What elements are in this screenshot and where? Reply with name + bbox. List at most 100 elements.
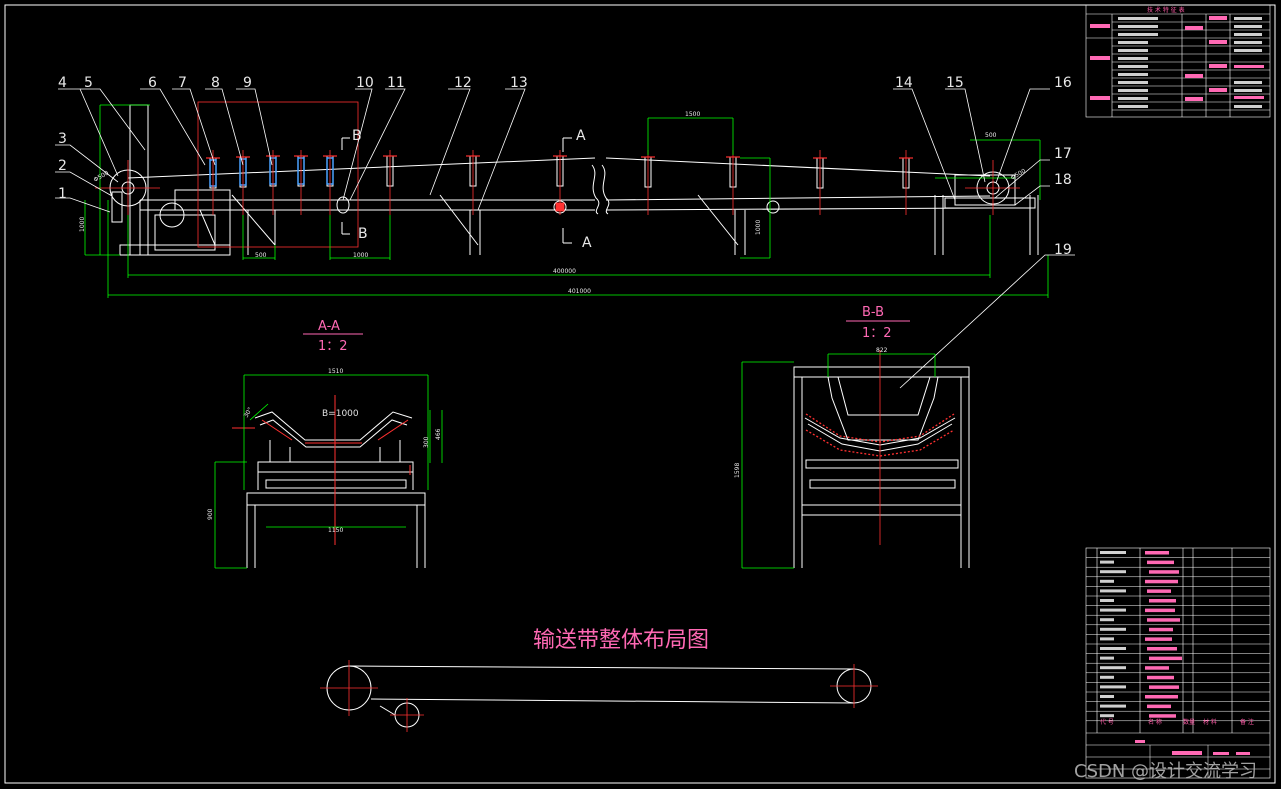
drawing-border — [4, 4, 1276, 784]
section-a-top: A — [576, 128, 586, 144]
section-bb-dims — [741, 353, 936, 569]
tech-table-cells — [1090, 16, 1264, 101]
parts-name-cell — [1149, 714, 1176, 718]
parts-name-cell — [1147, 675, 1174, 680]
callout-3: 3 — [58, 131, 67, 147]
section-a-bottom: A — [582, 235, 592, 251]
parts-name-cell — [1147, 618, 1180, 622]
parts-name-cell — [1147, 647, 1177, 651]
callout-10: 10 — [356, 75, 374, 91]
tech-table-values — [1118, 17, 1262, 108]
parts-col-name: 名 称 — [1148, 718, 1162, 726]
callout-11: 11 — [387, 75, 405, 91]
aa-h3: 466 — [435, 428, 442, 440]
aa-h2: 300 — [423, 436, 430, 448]
section-aa-title: A-A — [318, 319, 340, 334]
section-aa-view — [246, 411, 426, 568]
parts-code-cell — [1100, 647, 1126, 650]
section-b-top: B — [352, 128, 362, 144]
section-bb-scale: 1：2 — [862, 326, 892, 341]
dim-span2: 500 — [985, 132, 997, 139]
section-bb-view — [793, 366, 970, 568]
parts-name-cell — [1149, 656, 1182, 661]
callout-19: 19 — [1054, 242, 1072, 258]
parts-code-cell — [1100, 570, 1126, 574]
parts-code-cell — [1100, 618, 1114, 622]
dim-span1: 1500 — [685, 111, 700, 118]
section-aa-red — [232, 395, 411, 545]
parts-name-cell — [1145, 608, 1175, 613]
callout-8: 8 — [211, 75, 220, 91]
parts-code-cell — [1100, 627, 1126, 631]
callout-leaders — [55, 88, 1075, 389]
parts-col-note: 备 注 — [1240, 718, 1254, 726]
parts-code-cell — [1100, 704, 1126, 708]
callout-17: 17 — [1054, 146, 1072, 162]
callout-15: 15 — [946, 75, 964, 91]
callout-9: 9 — [243, 75, 252, 91]
dim-span3: 1000 — [353, 252, 368, 259]
callout-1: 1 — [58, 186, 67, 202]
main-elevation-view — [109, 104, 1039, 256]
tech-table-header: 技 术 特 征 表 — [1147, 6, 1185, 14]
upper-idlers — [209, 155, 910, 189]
callout-7: 7 — [178, 75, 187, 91]
callout-2: 2 — [58, 158, 67, 174]
layout-schematic — [326, 665, 872, 728]
dim-overall: 400000 — [553, 268, 576, 275]
drawing-title: 输送带整体布局图 — [533, 628, 710, 653]
callout-14: 14 — [895, 75, 913, 91]
bb-height: 1598 — [734, 463, 741, 478]
dim-right-d: Φ500 — [1010, 167, 1028, 181]
parts-code-cell — [1100, 551, 1126, 554]
callout-16: 16 — [1054, 75, 1072, 91]
parts-name-cell — [1147, 560, 1174, 565]
parts-code-cell — [1100, 666, 1126, 670]
aa-belt-width: B=1000 — [322, 409, 359, 419]
dim-overall2: 401000 — [568, 288, 591, 295]
callout-6: 6 — [148, 75, 157, 91]
section-aa-scale: 1：2 — [318, 339, 348, 354]
callout-12: 12 — [454, 75, 472, 91]
parts-name-cell — [1145, 666, 1169, 670]
parts-code-cell — [1100, 589, 1126, 593]
schematic-centers — [320, 660, 878, 732]
parts-code-cell — [1100, 685, 1126, 689]
aa-height: 900 — [207, 508, 214, 520]
parts-name-cell — [1145, 551, 1169, 555]
parts-name-cell — [1149, 627, 1173, 632]
dim-roller-base: 500 — [255, 252, 267, 259]
parts-name-cell — [1149, 599, 1176, 603]
parts-code-cell — [1100, 656, 1114, 660]
parts-col-material: 材 料 — [1203, 718, 1217, 726]
parts-code-cell — [1100, 714, 1114, 718]
section-markers: A A B B — [341, 128, 592, 251]
dim-left-d: Φ500 — [93, 169, 111, 183]
parts-name-cell — [1145, 695, 1178, 699]
callout-18: 18 — [1054, 172, 1072, 188]
parts-code-cell — [1100, 560, 1114, 564]
dim-left-h: 1000 — [79, 217, 86, 232]
parts-name-cell — [1145, 637, 1172, 641]
tech-table — [1085, 4, 1271, 118]
parts-code-cell — [1100, 695, 1114, 698]
parts-code-cell — [1100, 599, 1114, 602]
parts-name-cell — [1145, 579, 1178, 584]
callout-13: 13 — [510, 75, 528, 91]
parts-code-cell — [1100, 675, 1114, 679]
aa-inner: 1150 — [328, 527, 343, 534]
parts-code-cell — [1100, 579, 1114, 583]
title-block-fills — [1135, 740, 1250, 755]
callout-5: 5 — [84, 75, 93, 91]
parts-name-cell — [1147, 589, 1171, 593]
parts-code-cell — [1100, 608, 1126, 612]
bb-width: 822 — [876, 347, 888, 354]
section-b-bottom: B — [358, 226, 368, 242]
parts-name-cell — [1147, 704, 1171, 709]
parts-code-cell — [1100, 637, 1114, 641]
parts-col-code: 代 号 — [1100, 718, 1114, 726]
dim-height-right: 1000 — [755, 220, 762, 235]
section-bb-title: B-B — [862, 305, 884, 320]
aa-width: 1510 — [328, 368, 343, 375]
parts-col-qty: 数量 — [1183, 718, 1195, 726]
